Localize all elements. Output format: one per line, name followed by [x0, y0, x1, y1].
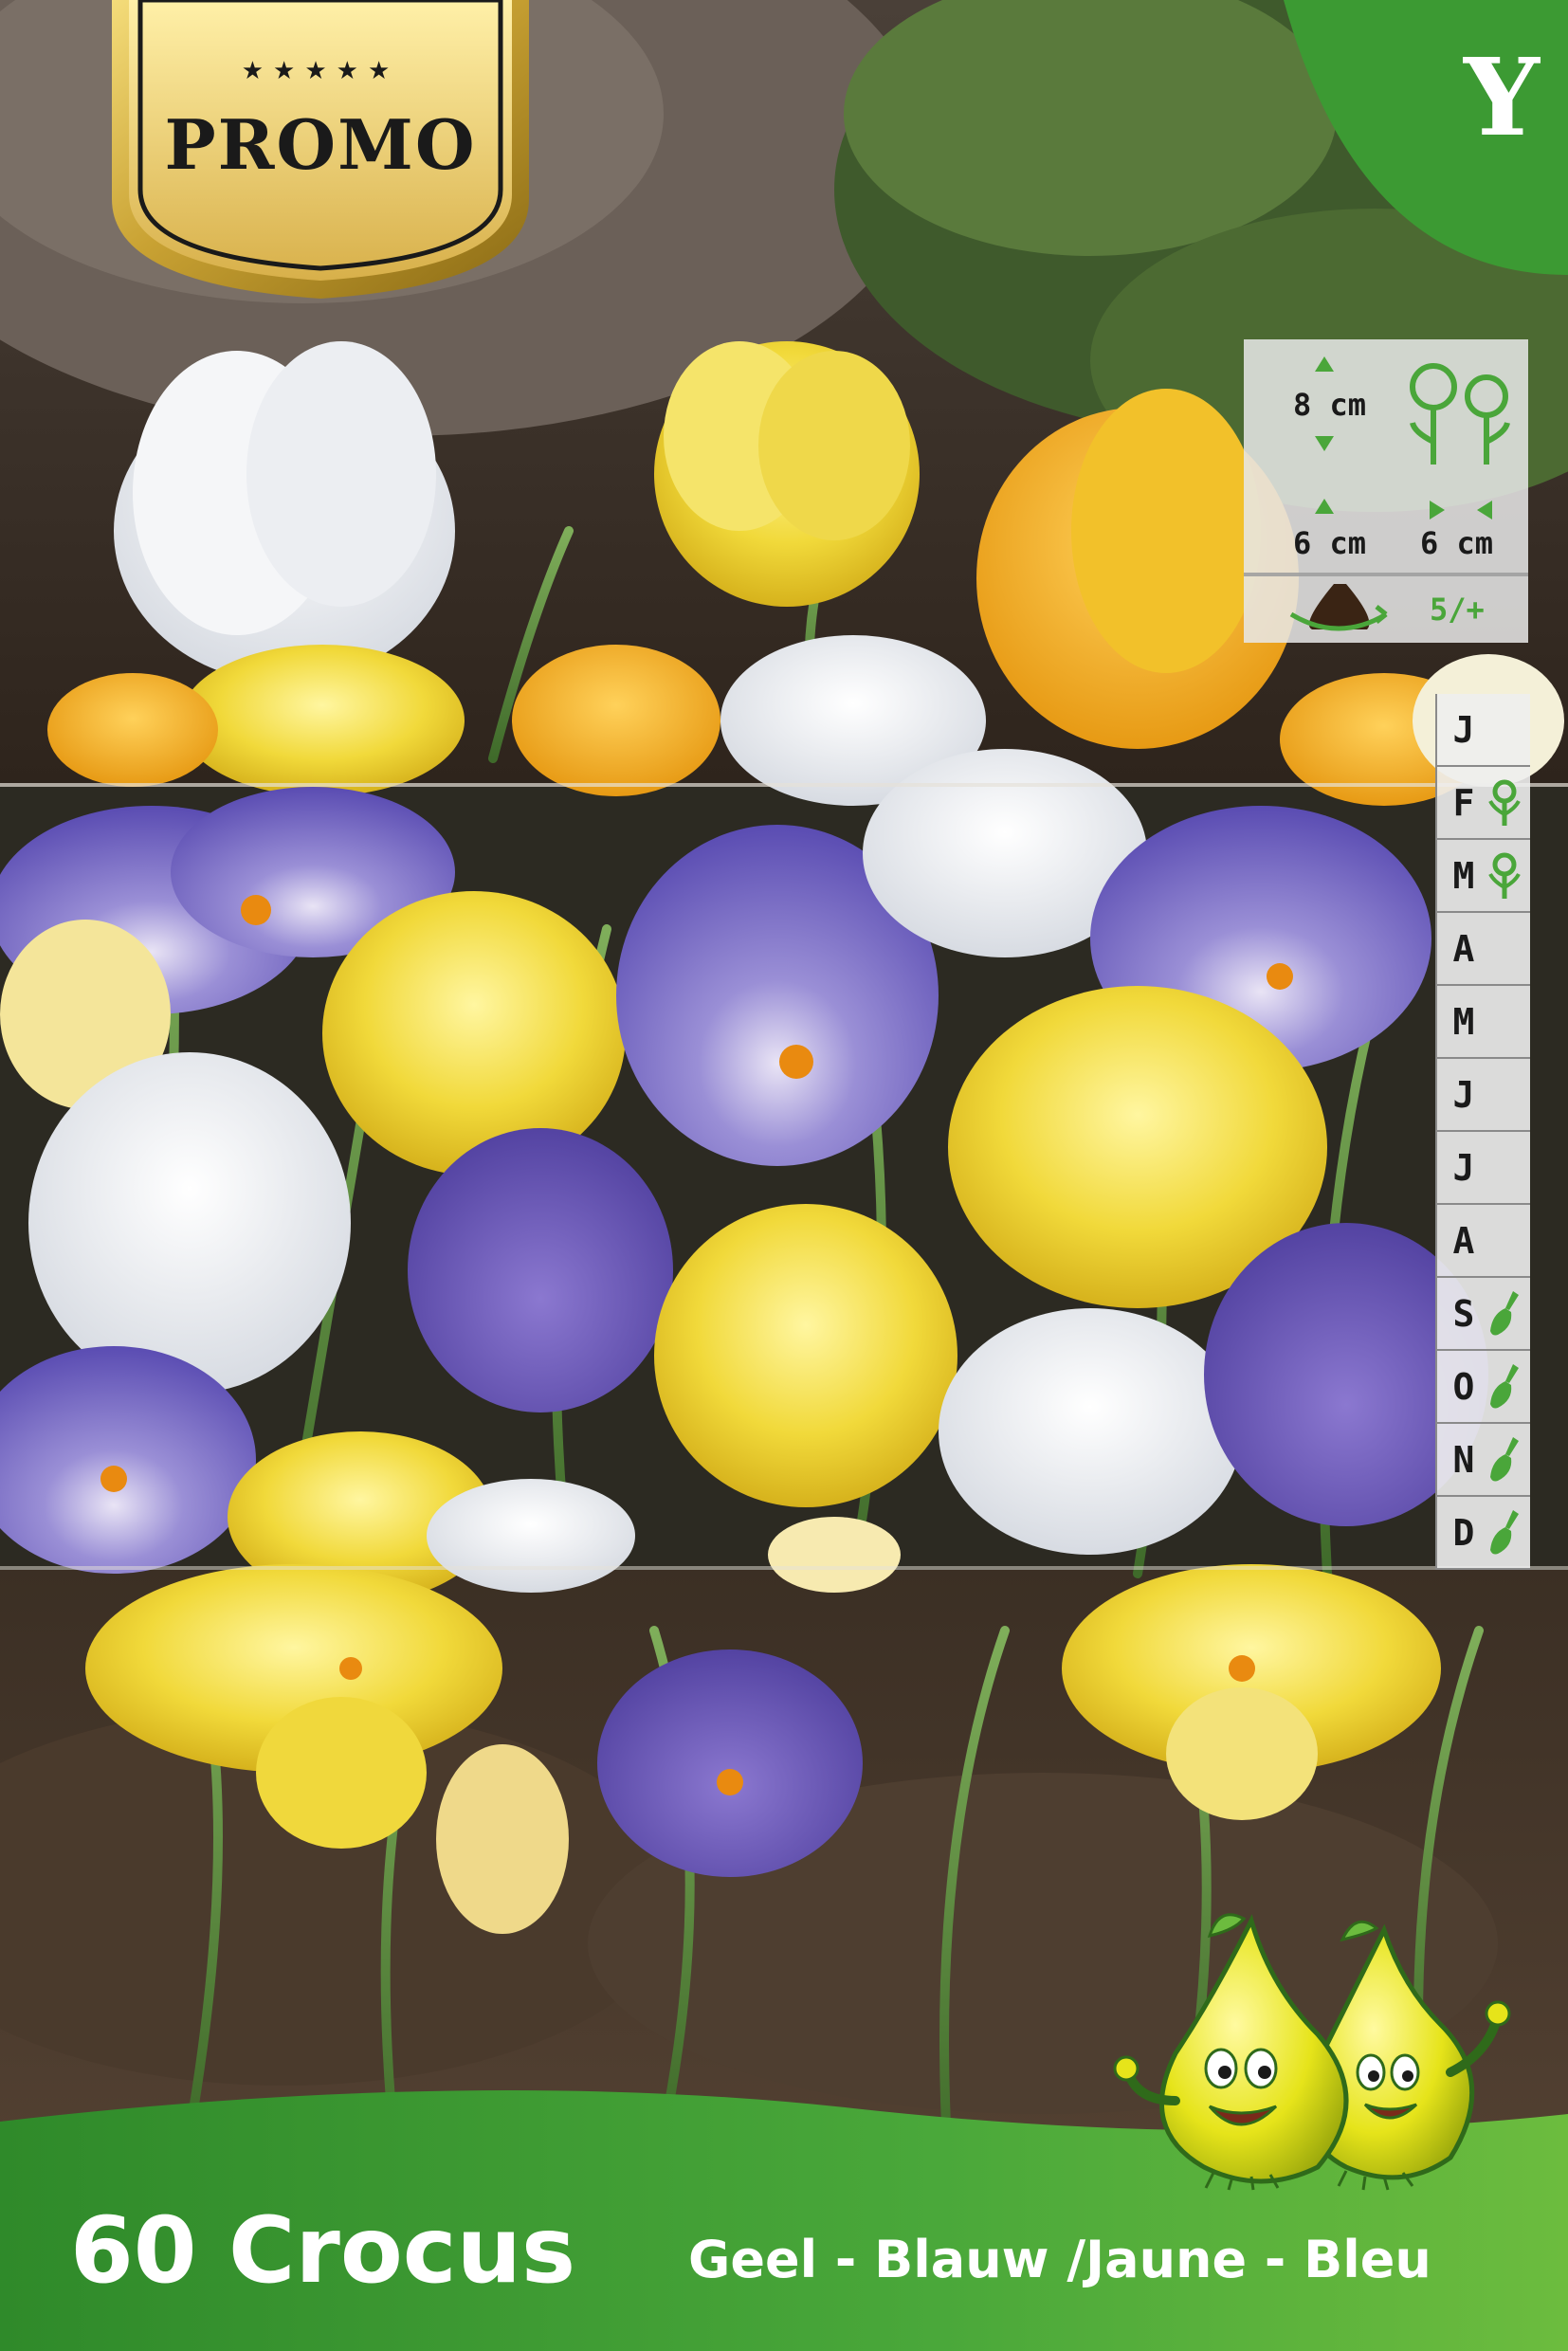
month-letter: J	[1452, 1074, 1475, 1116]
flower-icon	[1488, 779, 1521, 826]
month-row: F	[1437, 767, 1530, 840]
month-letter: M	[1452, 855, 1475, 897]
month-row: D	[1437, 1497, 1530, 1570]
promo-label: PROMO	[164, 104, 477, 185]
month-letter: F	[1452, 782, 1475, 824]
month-letter: A	[1452, 1220, 1475, 1262]
product-title: 60 Crocus	[70, 2197, 576, 2304]
product-label: ★★★★★ PROMO Y 8 cm 6 cm 6 cm 5/+ J F M A…	[0, 0, 1568, 2351]
month-row: O	[1437, 1351, 1530, 1424]
planting-depth: 8 cm	[1293, 387, 1367, 423]
month-row: N	[1437, 1424, 1530, 1497]
bulb-icon	[1289, 584, 1388, 631]
trowel-icon	[1490, 1364, 1519, 1409]
month-row: S	[1437, 1278, 1530, 1351]
plant-spacing: 6 cm	[1420, 525, 1494, 561]
month-row: A	[1437, 1205, 1530, 1278]
promo-badge: ★★★★★ PROMO	[112, 0, 529, 303]
month-row: J	[1437, 1132, 1530, 1205]
bulb-size: 5/+	[1430, 592, 1485, 628]
planting-diagram-icon	[1289, 356, 1510, 631]
zone-letter: Y	[1464, 36, 1540, 160]
flower-icon	[1488, 852, 1521, 899]
month-letter: O	[1452, 1366, 1475, 1408]
month-row: M	[1437, 986, 1530, 1059]
month-calendar: JFMAMJJASOND	[1435, 694, 1530, 1570]
month-letter: J	[1452, 1147, 1475, 1189]
planting-info-panel: 8 cm 6 cm 6 cm 5/+	[1244, 339, 1528, 643]
month-letter: M	[1452, 1001, 1475, 1043]
product-subtitle: Geel - Blauw /Jaune - Bleu	[688, 2230, 1431, 2289]
trowel-icon	[1490, 1291, 1519, 1336]
trowel-icon	[1490, 1437, 1519, 1482]
month-letter: D	[1452, 1512, 1475, 1554]
month-letter: J	[1452, 709, 1475, 751]
month-row: J	[1437, 1059, 1530, 1132]
month-letter: S	[1452, 1293, 1475, 1335]
month-row: M	[1437, 840, 1530, 913]
month-letter: A	[1452, 928, 1475, 970]
zone-badge: Y	[1284, 0, 1568, 275]
month-row: A	[1437, 913, 1530, 986]
planting-info-divider	[1244, 573, 1528, 576]
height-spacing: 6 cm	[1293, 525, 1367, 561]
month-row: J	[1437, 694, 1530, 767]
bulb-mascots-icon	[1113, 1913, 1511, 2191]
month-letter: N	[1452, 1439, 1475, 1481]
trowel-icon	[1490, 1510, 1519, 1555]
promo-stars: ★★★★★	[241, 57, 400, 85]
